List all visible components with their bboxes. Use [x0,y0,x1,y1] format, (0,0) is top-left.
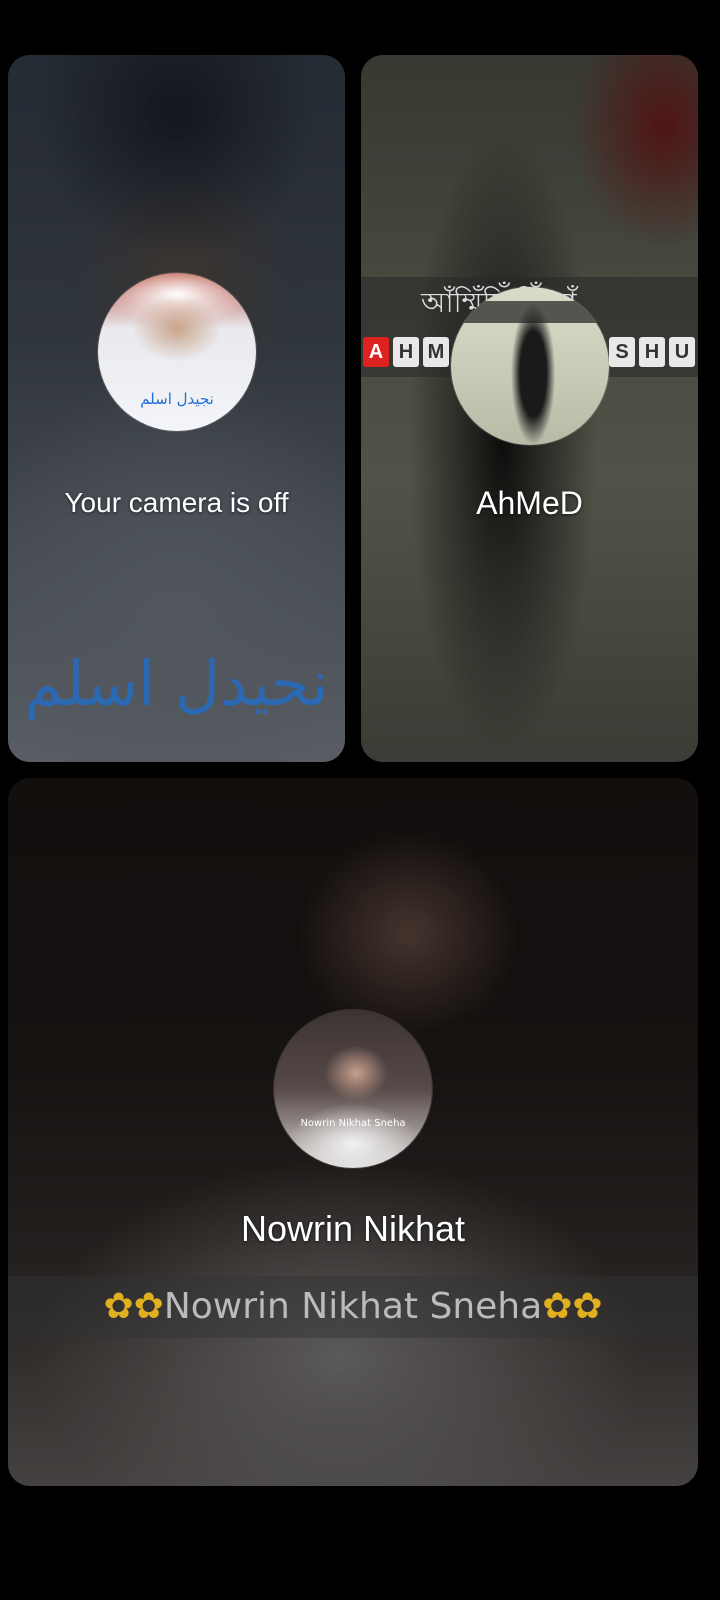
video-call-screen: نحيدل اسلم نجيدل اسلم Your camera is off… [0,0,720,1600]
participant-tile-self[interactable]: نحيدل اسلم نجيدل اسلم Your camera is off [8,55,345,762]
avatar: Nowrin Nikhat Sneha [274,1010,432,1168]
participant-tile-nowrin[interactable]: ✿✿Nowrin Nikhat Sneha✿✿ Nowrin Nikhat Sn… [8,778,698,1486]
background-caption: ✿✿Nowrin Nikhat Sneha✿✿ [103,1286,603,1327]
banner-letter: M [423,337,449,367]
banner-letter: A [363,337,389,367]
avatar-caption: نجيدل اسلم [140,390,214,408]
banner-letter: U [669,337,695,367]
caption-banner: ✿✿Nowrin Nikhat Sneha✿✿ [8,1276,698,1338]
participant-tile-ahmed[interactable]: আঁম্মিঁয়িঁ কিঁজাঁ A H M S H U AhMeD [361,55,698,762]
participant-name: AhMeD [476,485,583,521]
banner-letter: H [639,337,665,367]
banner-letter: H [393,337,419,367]
avatar: نجيدل اسلم [98,273,256,431]
banner-letter: S [609,337,635,367]
participant-name: Nowrin Nikhat [240,1208,466,1249]
avatar [451,287,609,445]
avatar-caption: Nowrin Nikhat Sneha [300,1118,406,1129]
background-caption: نحيدل اسلم [24,647,329,720]
participant-name: Your camera is off [64,487,289,518]
